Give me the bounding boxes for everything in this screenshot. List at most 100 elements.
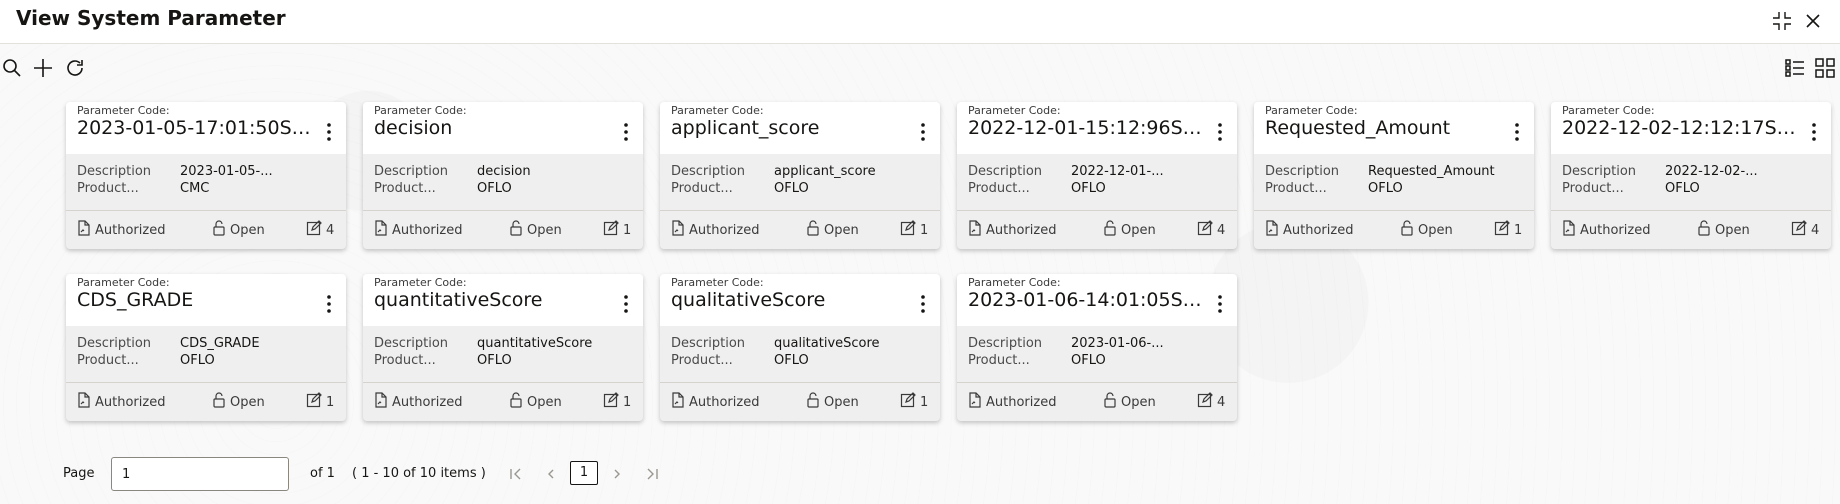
tile-view-icon[interactable] — [1813, 56, 1837, 80]
authorization-status: Authorized — [1265, 220, 1353, 240]
next-page-icon[interactable] — [608, 464, 626, 484]
authorization-status-text: Authorized — [95, 394, 166, 410]
record-state: Open — [1400, 220, 1453, 240]
list-view-icon[interactable] — [1783, 56, 1807, 80]
record-state: Open — [509, 392, 562, 412]
parameter-code-value[interactable]: applicant_score — [671, 117, 907, 139]
parameter-code-label: Parameter Code: — [671, 276, 764, 289]
product-value: OFLO — [1368, 181, 1403, 196]
modification-count: 4 — [306, 220, 334, 240]
document-icon — [77, 392, 95, 412]
edit-icon — [900, 392, 920, 412]
parameter-card[interactable]: Parameter Code: decision Description decisi… — [363, 102, 643, 249]
close-icon[interactable] — [1801, 9, 1825, 33]
items-range-label: ( 1 - 10 of 10 items ) — [352, 466, 486, 481]
card-divider — [363, 210, 643, 211]
edit-icon — [1791, 220, 1811, 240]
unlock-icon — [1400, 220, 1418, 240]
add-icon[interactable] — [31, 56, 55, 80]
refresh-icon[interactable] — [63, 56, 87, 80]
parameter-card[interactable]: Parameter Code:2022-12-01-15:12:96Sample… — [957, 102, 1237, 249]
document-icon — [77, 220, 95, 240]
modification-count-text: 1 — [326, 394, 335, 410]
description-value: decision — [477, 164, 531, 179]
search-icon[interactable] — [0, 56, 24, 80]
product-value: CMC — [180, 181, 210, 196]
document-icon — [374, 392, 392, 412]
more-options-icon[interactable] — [617, 292, 635, 316]
unlock-icon — [806, 220, 824, 240]
product-label: Product... — [77, 353, 139, 368]
last-page-icon[interactable] — [643, 464, 661, 484]
parameter-card[interactable]: Parameter Code:2022-12-02-12:12:17Sample… — [1551, 102, 1831, 249]
modification-count: 4 — [1791, 220, 1819, 240]
parameter-code-value[interactable]: 2023-01-05-17:01:50SampleWorkflowParam — [77, 117, 313, 139]
description-label: Description — [968, 336, 1043, 351]
modification-count-text: 1 — [623, 222, 632, 238]
more-options-icon[interactable] — [617, 120, 635, 144]
product-label: Product... — [77, 181, 139, 196]
page-label: Page — [63, 466, 95, 481]
modification-count-text: 1 — [1514, 222, 1523, 238]
parameter-code-value[interactable]: decision — [374, 117, 610, 139]
product-label: Product... — [1265, 181, 1327, 196]
product-value: OFLO — [180, 353, 215, 368]
product-value: OFLO — [1071, 353, 1106, 368]
more-options-icon[interactable] — [914, 120, 932, 144]
previous-page-icon[interactable] — [542, 464, 560, 484]
document-icon — [671, 392, 689, 412]
page-number-input[interactable] — [111, 457, 289, 491]
parameter-code-value[interactable]: qualitativeScore — [671, 289, 907, 311]
description-value: qualitativeScore — [774, 336, 880, 351]
parameter-card[interactable]: Parameter Code: Requested_Amount Descripti… — [1254, 102, 1534, 249]
parameter-code-value[interactable]: CDS_GRADE — [77, 289, 313, 311]
parameter-card[interactable]: Parameter Code: quantitativeScore Descript… — [363, 274, 643, 421]
modification-count-text: 4 — [1811, 222, 1820, 238]
parameter-code-value[interactable]: quantitativeScore — [374, 289, 610, 311]
modification-count: 1 — [306, 392, 334, 412]
modification-count-text: 4 — [1217, 394, 1226, 410]
more-options-icon[interactable] — [914, 292, 932, 316]
unlock-icon — [1103, 392, 1121, 412]
authorization-status-text: Authorized — [95, 222, 166, 238]
product-value: OFLO — [774, 181, 809, 196]
unlock-icon — [212, 392, 230, 412]
authorization-status: Authorized — [374, 220, 462, 240]
card-header: Parameter Code: Requested_Amount — [1254, 102, 1534, 154]
record-state-text: Open — [527, 394, 562, 410]
modification-count: 1 — [900, 392, 928, 412]
parameter-code-label: Parameter Code: — [1265, 104, 1358, 117]
card-divider — [660, 210, 940, 211]
more-options-icon[interactable] — [320, 120, 338, 144]
description-label: Description — [77, 336, 152, 351]
edit-icon — [603, 392, 623, 412]
more-options-icon[interactable] — [1805, 120, 1823, 144]
more-options-icon[interactable] — [1508, 120, 1526, 144]
first-page-icon[interactable] — [507, 464, 525, 484]
parameter-card[interactable]: Parameter Code: qualitativeScore Descripti… — [660, 274, 940, 421]
record-state: Open — [806, 220, 859, 240]
product-label: Product... — [374, 353, 436, 368]
parameter-card[interactable]: Parameter Code: CDS_GRADE Description CDS_G… — [66, 274, 346, 421]
record-state-text: Open — [1715, 222, 1750, 238]
more-options-icon[interactable] — [320, 292, 338, 316]
parameter-code-value[interactable]: 2022-12-02-12:12:17SampleWorkflowParam — [1562, 117, 1798, 139]
product-label: Product... — [968, 181, 1030, 196]
edit-icon — [1197, 220, 1217, 240]
modification-count: 4 — [1197, 220, 1225, 240]
more-options-icon[interactable] — [1211, 292, 1229, 316]
parameter-code-value[interactable]: Requested_Amount — [1265, 117, 1501, 139]
record-state-text: Open — [230, 222, 265, 238]
parameter-card[interactable]: Parameter Code:2023-01-05-17:01:50Sample… — [66, 102, 346, 249]
more-options-icon[interactable] — [1211, 120, 1229, 144]
authorization-status: Authorized — [1562, 220, 1650, 240]
parameter-code-value[interactable]: 2023-01-06-14:01:05SampleWorkflowParam — [968, 289, 1204, 311]
parameter-card[interactable]: Parameter Code:2023-01-06-14:01:05Sample… — [957, 274, 1237, 421]
current-page-button[interactable]: 1 — [570, 461, 598, 485]
parameter-card[interactable]: Parameter Code: applicant_score Descriptio… — [660, 102, 940, 249]
document-icon — [1562, 220, 1580, 240]
minimize-icon[interactable] — [1770, 9, 1794, 33]
description-label: Description — [1265, 164, 1340, 179]
record-state: Open — [212, 220, 265, 240]
parameter-code-value[interactable]: 2022-12-01-15:12:96SampleWorkflowParam — [968, 117, 1204, 139]
